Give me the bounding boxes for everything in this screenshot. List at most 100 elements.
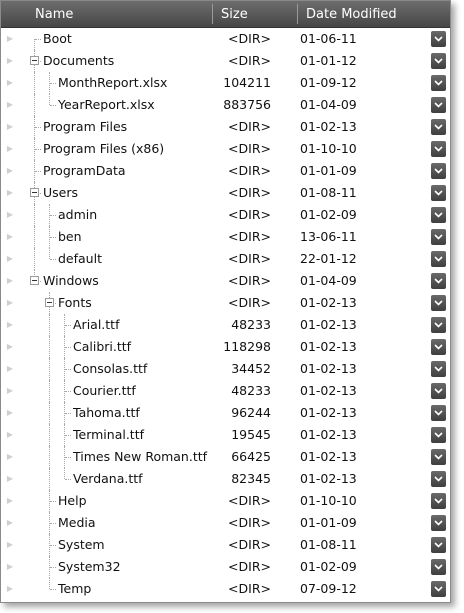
- tree-row[interactable]: ▶ Consolas.ttf 34452 01-02-13: [1, 358, 450, 380]
- chevron-down-icon[interactable]: [431, 185, 446, 201]
- row-date-modified: 01-08-11: [300, 537, 357, 552]
- tree-row[interactable]: ▶ System32 <DIR> 01-02-09: [1, 556, 450, 578]
- collapse-minus-icon[interactable]: [45, 298, 54, 307]
- tree-row[interactable]: ▶ ben <DIR> 13-06-11: [1, 226, 450, 248]
- row-date-modified: 01-01-09: [300, 163, 357, 178]
- tree-guide-line: [65, 479, 71, 480]
- row-date-modified: 01-10-10: [300, 141, 357, 156]
- tree-row[interactable]: ▶ Help <DIR> 01-10-10: [1, 490, 450, 512]
- tree-row[interactable]: ▶ Arial.ttf 48233 01-02-13: [1, 314, 450, 336]
- row-name: ben: [58, 229, 82, 244]
- chevron-down-icon[interactable]: [431, 97, 446, 113]
- tree-row[interactable]: ▶ ProgramData <DIR> 01-01-09: [1, 160, 450, 182]
- tree-row[interactable]: ▶ Boot <DIR> 01-06-11: [1, 28, 450, 50]
- row-size: <DIR>: [228, 273, 271, 288]
- row-date-modified: 01-02-13: [300, 317, 357, 332]
- chevron-down-icon[interactable]: [431, 449, 446, 465]
- collapse-minus-icon[interactable]: [30, 56, 39, 65]
- tree-row[interactable]: ▶ Windows <DIR> 01-04-09: [1, 270, 450, 292]
- tree-guide-line: [49, 468, 50, 490]
- row-name: Courier.ttf: [73, 383, 136, 398]
- chevron-down-icon[interactable]: [431, 471, 446, 487]
- row-arrow-icon: ▶: [6, 474, 14, 483]
- tree-guide-line: [35, 39, 41, 40]
- tree-guide-line: [50, 83, 56, 84]
- chevron-down-icon[interactable]: [431, 31, 446, 47]
- row-date-modified: 01-04-09: [300, 273, 357, 288]
- chevron-down-icon[interactable]: [431, 493, 446, 509]
- chevron-down-icon[interactable]: [431, 53, 446, 69]
- tree-row[interactable]: ▶ Times New Roman.ttf 66425 01-02-13: [1, 446, 450, 468]
- tree-row[interactable]: ▶ Terminal.ttf 19545 01-02-13: [1, 424, 450, 446]
- tree-row[interactable]: ▶ YearReport.xlsx 883756 01-04-09: [1, 94, 450, 116]
- row-date-modified: 07-09-12: [300, 581, 357, 596]
- column-header-date-modified[interactable]: Date Modified: [298, 1, 448, 27]
- tree-guide-line: [49, 446, 50, 468]
- tree-guide-line: [50, 567, 56, 568]
- chevron-down-icon[interactable]: [431, 251, 446, 267]
- row-name: ProgramData: [43, 163, 126, 178]
- collapse-minus-icon[interactable]: [30, 276, 39, 285]
- tree-row[interactable]: ▶ default <DIR> 22-01-12: [1, 248, 450, 270]
- row-date-modified: 01-10-10: [300, 493, 357, 508]
- tree-list-view: Name Size Date Modified ▶ Boot <DIR> 01-06-…: [0, 0, 451, 603]
- row-name: Times New Roman.ttf: [73, 449, 208, 464]
- tree-row[interactable]: ▶ Calibri.ttf 118298 01-02-13: [1, 336, 450, 358]
- tree-row[interactable]: ▶ Fonts <DIR> 01-02-13: [1, 292, 450, 314]
- chevron-down-icon[interactable]: [431, 581, 446, 597]
- tree-row[interactable]: ▶ Documents <DIR> 01-01-12: [1, 50, 450, 72]
- tree-guide-line: [34, 248, 35, 270]
- chevron-down-icon[interactable]: [431, 559, 446, 575]
- row-date-modified: 01-09-12: [300, 75, 357, 90]
- chevron-down-icon[interactable]: [431, 339, 446, 355]
- row-date-modified: 01-06-11: [300, 31, 357, 46]
- row-arrow-icon: ▶: [6, 386, 14, 395]
- chevron-down-icon[interactable]: [431, 75, 446, 91]
- chevron-down-icon[interactable]: [431, 515, 446, 531]
- row-size: <DIR>: [228, 119, 271, 134]
- tree-row[interactable]: ▶ Tahoma.ttf 96244 01-02-13: [1, 402, 450, 424]
- row-date-modified: 01-02-13: [300, 383, 357, 398]
- chevron-down-icon[interactable]: [431, 119, 446, 135]
- chevron-down-icon[interactable]: [431, 207, 446, 223]
- tree-row[interactable]: ▶ Media <DIR> 01-01-09: [1, 512, 450, 534]
- collapse-minus-icon[interactable]: [30, 188, 39, 197]
- tree-guide-line: [65, 325, 71, 326]
- tree-row[interactable]: ▶ Verdana.ttf 82345 01-02-13: [1, 468, 450, 490]
- chevron-down-icon[interactable]: [431, 317, 446, 333]
- column-header-size[interactable]: Size: [213, 1, 297, 27]
- chevron-down-icon[interactable]: [431, 229, 446, 245]
- row-arrow-icon: ▶: [6, 100, 14, 109]
- row-size: 66425: [231, 449, 271, 464]
- row-arrow-icon: ▶: [6, 452, 14, 461]
- tree-row[interactable]: ▶ Users <DIR> 01-08-11: [1, 182, 450, 204]
- row-date-modified: 01-02-13: [300, 405, 357, 420]
- tree-row[interactable]: ▶ Program Files <DIR> 01-02-13: [1, 116, 450, 138]
- chevron-down-icon[interactable]: [431, 383, 446, 399]
- chevron-down-icon[interactable]: [431, 163, 446, 179]
- tree-row[interactable]: ▶ Program Files (x86) <DIR> 01-10-10: [1, 138, 450, 160]
- row-arrow-icon: ▶: [6, 34, 14, 43]
- row-name: Arial.ttf: [73, 317, 120, 332]
- tree-row[interactable]: ▶ Courier.ttf 48233 01-02-13: [1, 380, 450, 402]
- chevron-down-icon[interactable]: [431, 361, 446, 377]
- row-name: Terminal.ttf: [73, 427, 145, 442]
- chevron-down-icon[interactable]: [431, 295, 446, 311]
- tree-row[interactable]: ▶ System <DIR> 01-08-11: [1, 534, 450, 556]
- row-arrow-icon: ▶: [6, 408, 14, 417]
- row-name: default: [58, 251, 102, 266]
- tree-guide-line: [50, 215, 56, 216]
- tree-guide-line: [50, 545, 56, 546]
- chevron-down-icon[interactable]: [431, 537, 446, 553]
- chevron-down-icon[interactable]: [431, 405, 446, 421]
- tree-row[interactable]: ▶ admin <DIR> 01-02-09: [1, 204, 450, 226]
- tree-row[interactable]: ▶ MonthReport.xlsx 104211 01-09-12: [1, 72, 450, 94]
- column-header-name[interactable]: Name: [27, 1, 212, 27]
- tree-guide-line: [65, 369, 71, 370]
- tree-row[interactable]: ▶ Temp <DIR> 07-09-12: [1, 578, 450, 600]
- row-size: 96244: [231, 405, 271, 420]
- tree-guide-line: [65, 435, 71, 436]
- chevron-down-icon[interactable]: [431, 141, 446, 157]
- chevron-down-icon[interactable]: [431, 427, 446, 443]
- chevron-down-icon[interactable]: [431, 273, 446, 289]
